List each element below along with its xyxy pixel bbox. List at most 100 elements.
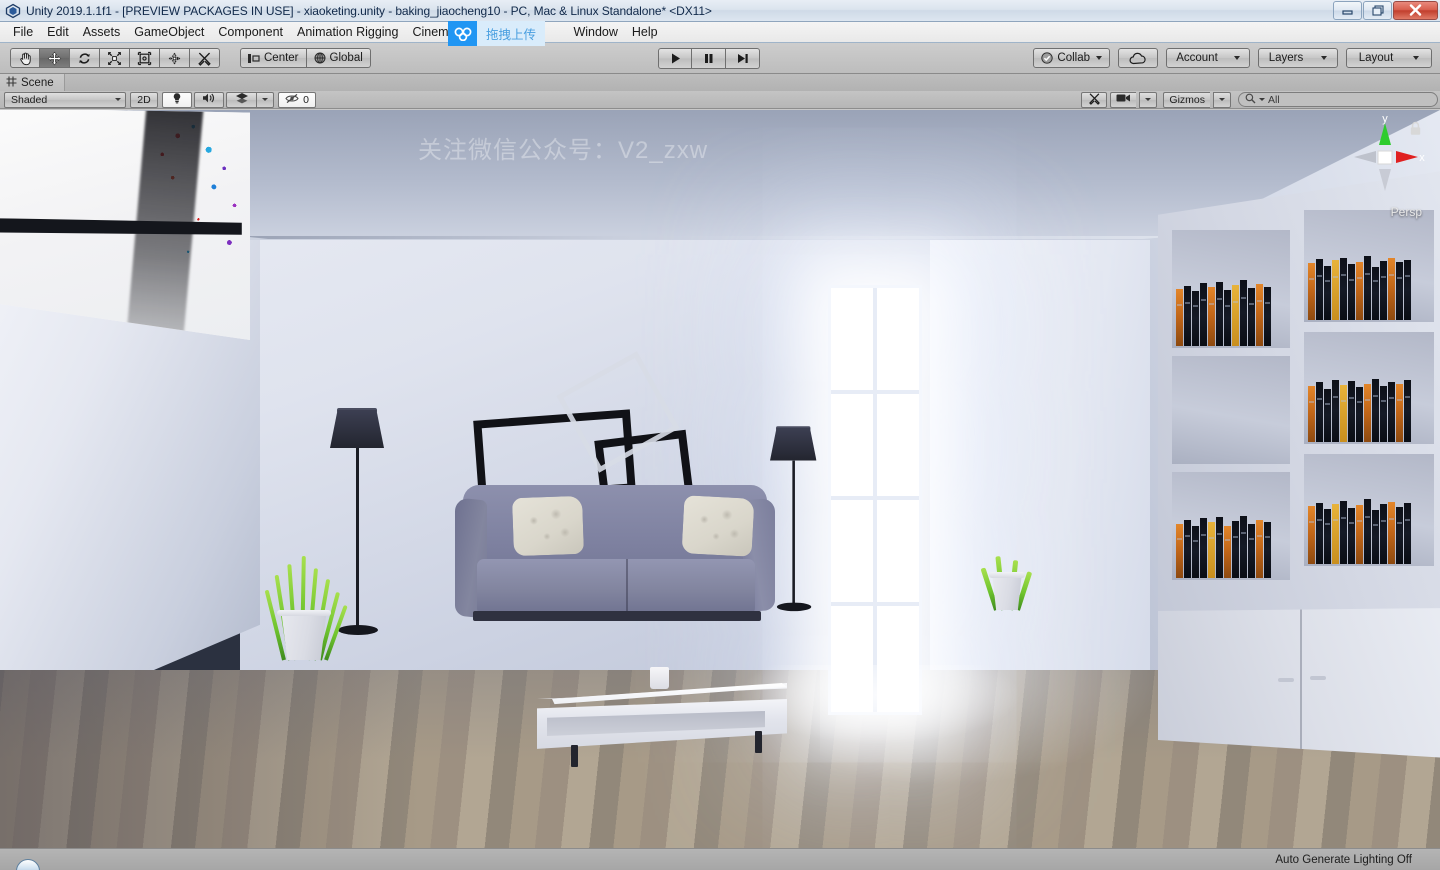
transform-tool-button[interactable] <box>160 48 190 68</box>
rotate-tool-button[interactable] <box>70 48 100 68</box>
book <box>1348 264 1355 320</box>
eye-off-icon <box>285 93 299 107</box>
play-button[interactable] <box>658 48 692 69</box>
gizmos-button[interactable]: Gizmos <box>1163 91 1210 108</box>
search-icon <box>1245 93 1256 107</box>
lamp-pole <box>356 448 359 628</box>
audio-toggle-button[interactable] <box>194 91 224 108</box>
shelf-cell <box>1172 472 1290 580</box>
book-row <box>1308 495 1412 564</box>
wrench-screwdriver-icon <box>1088 92 1101 108</box>
step-button[interactable] <box>726 48 760 69</box>
move-tool-button[interactable] <box>40 48 70 68</box>
title-bar: Unity 2019.1.1f1 - [PREVIEW PACKAGES IN … <box>0 0 1440 22</box>
collab-button[interactable]: Collab <box>1033 48 1110 68</box>
book-row <box>1176 511 1272 578</box>
menu-window[interactable]: Window <box>566 22 624 42</box>
book <box>1232 521 1239 578</box>
book <box>1208 522 1215 578</box>
account-button[interactable]: Account <box>1166 48 1250 68</box>
layout-button[interactable]: Layout <box>1346 48 1432 68</box>
book <box>1340 257 1347 320</box>
hand-tool-button[interactable] <box>10 48 40 68</box>
book <box>1364 256 1371 320</box>
minimize-button[interactable] <box>1333 0 1362 20</box>
chevron-down-icon <box>1413 56 1420 60</box>
rect-transform-icon <box>137 51 152 66</box>
draw-mode-dropdown[interactable]: Shaded <box>4 91 126 108</box>
pivot-mode-button[interactable]: Center <box>240 48 307 68</box>
book <box>1380 260 1387 320</box>
menu-edit[interactable]: Edit <box>40 22 76 42</box>
book <box>1332 260 1339 320</box>
book <box>1380 504 1387 564</box>
book <box>1348 507 1355 564</box>
close-button[interactable] <box>1393 0 1438 20</box>
status-message: Auto Generate Lighting Off <box>1275 853 1412 866</box>
scene-visibility-button[interactable]: 0 <box>278 91 316 108</box>
scale-tool-button[interactable] <box>100 48 130 68</box>
chevron-down-icon <box>262 98 268 101</box>
chevron-down-icon <box>1233 56 1240 60</box>
menu-file[interactable]: File <box>6 22 40 42</box>
rotate-icon <box>77 51 92 66</box>
toggle-2d-button[interactable]: 2D <box>130 91 158 108</box>
lighting-toggle-button[interactable] <box>162 91 192 108</box>
book <box>1248 524 1255 578</box>
layers-button[interactable]: Layers <box>1258 48 1338 68</box>
book <box>1340 385 1347 442</box>
shelf-cell-empty <box>1172 356 1290 464</box>
window-controls <box>1332 0 1440 21</box>
cabinet-door-split <box>1300 608 1302 758</box>
scene-search-field[interactable]: All <box>1238 92 1438 107</box>
chevron-down-icon <box>1321 56 1328 60</box>
menu-component[interactable]: Component <box>211 22 290 42</box>
gizmo-tools-button[interactable] <box>1081 91 1108 108</box>
table-leg-right <box>755 731 762 753</box>
menu-assets[interactable]: Assets <box>76 22 128 42</box>
upload-widget-label[interactable]: 拖拽上传 <box>477 21 546 46</box>
window-mullion-vertical <box>873 288 877 712</box>
pause-button[interactable] <box>692 48 726 69</box>
pivot-rotation-button[interactable]: Global <box>306 48 371 68</box>
shelf-cell <box>1172 230 1290 348</box>
baidu-netdisk-icon <box>448 21 477 46</box>
status-indicator-orb <box>16 859 40 870</box>
shelf-cell <box>1304 210 1434 322</box>
book <box>1388 258 1395 320</box>
scene-grid-icon <box>6 76 17 90</box>
book <box>1404 259 1411 320</box>
tab-scene-label: Scene <box>21 76 54 89</box>
window-mullion-h3 <box>831 601 919 606</box>
padlock-icon[interactable] <box>1409 121 1422 139</box>
gizmos-label: Gizmos <box>1169 93 1205 106</box>
camera-icon <box>1116 93 1131 106</box>
rect-tool-button[interactable] <box>130 48 160 68</box>
book <box>1208 287 1215 346</box>
perspective-label[interactable]: Persp <box>1391 205 1422 219</box>
custom-tool-button[interactable] <box>190 48 220 68</box>
restore-button[interactable] <box>1363 0 1392 20</box>
scene-viewport[interactable]: 关注微信公众号：V2_zxw y x Persp <box>0 110 1440 848</box>
gizmos-dropdown[interactable] <box>1213 91 1231 108</box>
move-arrows-icon <box>47 51 62 66</box>
scene-orientation-gizmo[interactable]: y x Persp <box>1342 113 1428 225</box>
menu-gameobject[interactable]: GameObject <box>127 22 211 42</box>
tab-scene[interactable]: Scene <box>0 74 65 91</box>
scene-camera-button[interactable] <box>1110 91 1137 108</box>
speaker-icon <box>202 92 216 107</box>
sofa-cushion-split <box>626 559 628 611</box>
menu-animation-rigging[interactable]: Animation Rigging <box>290 22 405 42</box>
layout-label: Layout <box>1358 52 1394 64</box>
sofa-base <box>473 611 761 621</box>
scene-camera-dropdown[interactable] <box>1139 91 1158 108</box>
menu-help[interactable]: Help <box>625 22 665 42</box>
cloud-button[interactable] <box>1118 48 1158 68</box>
lamp-base <box>338 625 378 635</box>
book <box>1264 286 1271 346</box>
cup <box>650 667 669 689</box>
book <box>1308 386 1315 442</box>
effects-toggle-button[interactable] <box>226 91 256 108</box>
effects-dropdown-button[interactable] <box>256 91 274 108</box>
netdisk-upload-widget[interactable]: 拖拽上传 <box>448 21 546 46</box>
